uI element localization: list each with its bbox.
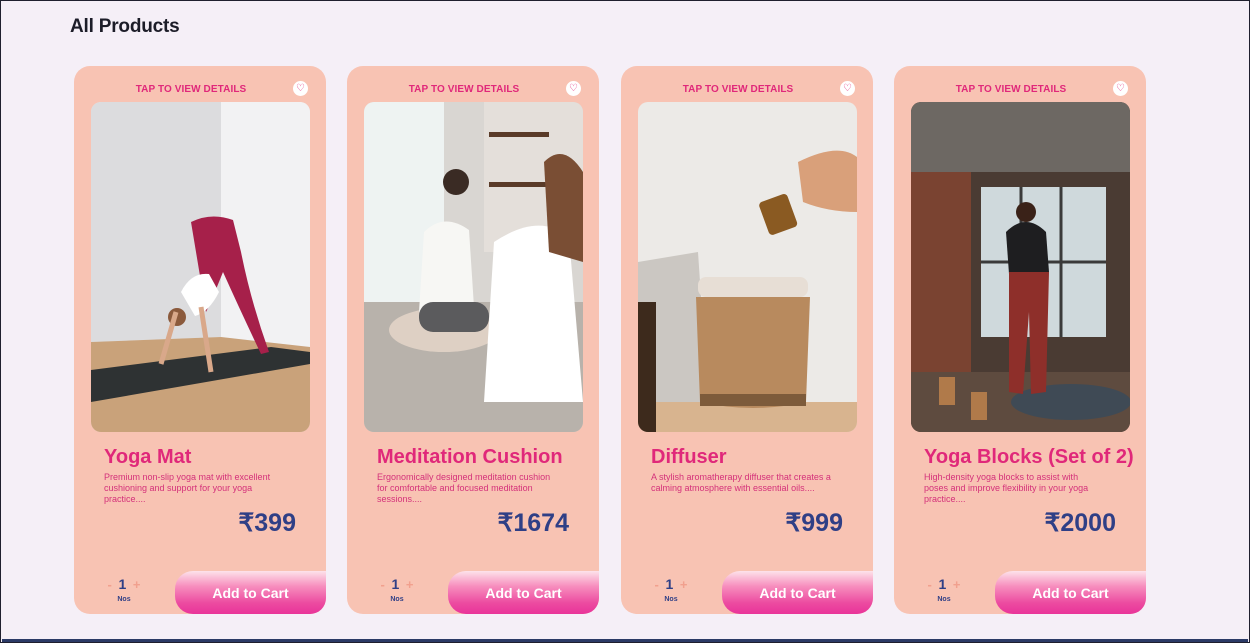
heart-icon[interactable]: ♡ [293,81,308,96]
product-card-diffuser[interactable]: TAP TO VIEW DETAILS ♡ Diffuser A stylish… [621,66,873,614]
quantity-increase-button[interactable]: + [677,577,691,592]
product-card-yoga-blocks[interactable]: TAP TO VIEW DETAILS ♡ Yoga Blocks (Set o… [894,66,1146,614]
product-card-meditation-cushion[interactable]: TAP TO VIEW DETAILS ♡ Meditation Cushion… [347,66,599,614]
tap-to-view-details-label[interactable]: TAP TO VIEW DETAILS [74,84,308,95]
heart-icon[interactable]: ♡ [840,81,855,96]
tap-to-view-details-label[interactable]: TAP TO VIEW DETAILS [621,84,855,95]
quantity-increase-button[interactable]: + [403,577,417,592]
product-image[interactable] [364,102,583,432]
product-name[interactable]: Yoga Mat [104,446,191,469]
product-name[interactable]: Meditation Cushion [377,446,563,469]
quantity-stepper: - 1 + Nos [916,576,972,603]
product-price: ₹999 [785,509,843,537]
quantity-value: 1 [938,576,947,592]
quantity-unit: Nos [664,596,678,603]
add-to-cart-button[interactable]: Add to Cart [448,571,599,614]
product-price: ₹399 [238,509,296,537]
quantity-unit: Nos [390,596,404,603]
quantity-decrease-button[interactable]: - [652,577,662,592]
tap-to-view-details-label[interactable]: TAP TO VIEW DETAILS [894,84,1128,95]
heart-icon[interactable]: ♡ [566,81,581,96]
product-image[interactable] [91,102,310,432]
product-card-yoga-mat[interactable]: TAP TO VIEW DETAILS ♡ Yoga Mat Premium n… [74,66,326,614]
product-description: A stylish aromatherapy diffuser that cre… [651,472,831,493]
product-description: High-density yoga blocks to assist with … [924,472,1089,504]
page-frame: All Products TAP TO VIEW DETAILS ♡ Yoga … [0,0,1250,643]
quantity-decrease-button[interactable]: - [925,577,935,592]
quantity-stepper: - 1 + Nos [643,576,699,603]
quantity-value: 1 [391,576,400,592]
product-price: ₹2000 [1044,509,1116,537]
quantity-decrease-button[interactable]: - [378,577,388,592]
heart-icon[interactable]: ♡ [1113,81,1128,96]
product-image[interactable] [911,102,1130,432]
quantity-unit: Nos [937,596,951,603]
add-to-cart-button[interactable]: Add to Cart [175,571,326,614]
quantity-value: 1 [665,576,674,592]
page-title: All Products [70,16,180,37]
quantity-decrease-button[interactable]: - [105,577,115,592]
quantity-value: 1 [118,576,127,592]
product-price: ₹1674 [497,509,569,537]
quantity-unit: Nos [117,596,131,603]
bottom-border [2,639,1248,642]
tap-to-view-details-label[interactable]: TAP TO VIEW DETAILS [347,84,581,95]
product-description: Premium non-slip yoga mat with excellent… [104,472,271,504]
quantity-stepper: - 1 + Nos [96,576,152,603]
quantity-increase-button[interactable]: + [950,577,964,592]
product-image[interactable] [638,102,857,432]
quantity-increase-button[interactable]: + [130,577,144,592]
add-to-cart-button[interactable]: Add to Cart [995,571,1146,614]
product-name[interactable]: Yoga Blocks (Set of 2) [924,446,1134,469]
quantity-stepper: - 1 + Nos [369,576,425,603]
add-to-cart-button[interactable]: Add to Cart [722,571,873,614]
product-name[interactable]: Diffuser [651,446,727,469]
product-description: Ergonomically designed meditation cushio… [377,472,551,504]
